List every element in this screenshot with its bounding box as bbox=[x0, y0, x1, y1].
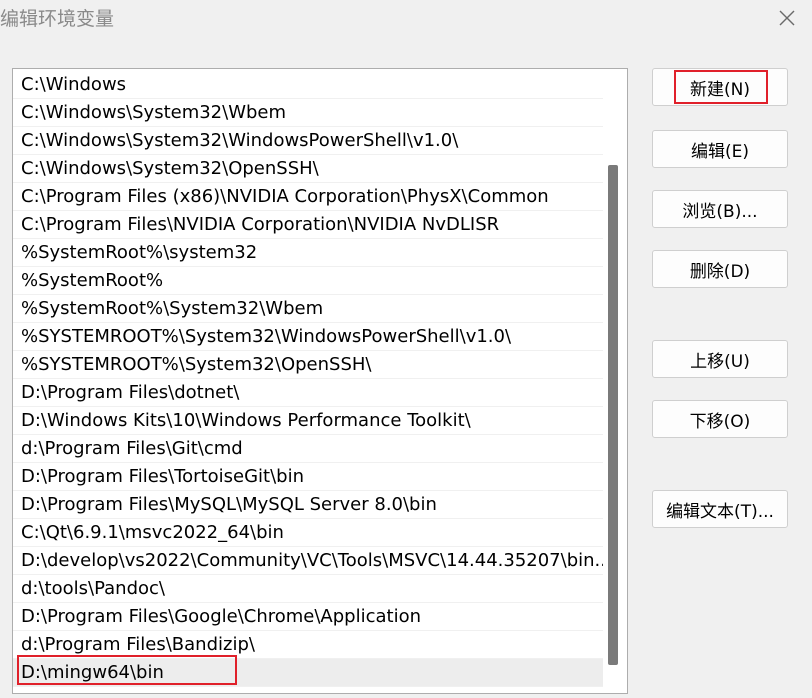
path-list-item-label: C:\Windows\System32\Wbem bbox=[21, 102, 287, 123]
browse-button[interactable]: 浏览(B)... bbox=[652, 190, 788, 228]
path-list-item[interactable]: C:\Windows bbox=[13, 71, 603, 99]
browse-button-label: 浏览(B)... bbox=[682, 201, 758, 222]
edit-button[interactable]: 编辑(E) bbox=[652, 130, 788, 168]
new-button[interactable]: 新建(N) bbox=[652, 68, 788, 106]
path-list-item[interactable]: D:\develop\vs2022\Community\VC\Tools\MSV… bbox=[13, 547, 603, 575]
path-list-item[interactable]: C:\Windows\System32\WindowsPowerShell\v1… bbox=[13, 127, 603, 155]
path-list-items: C:\Windows C:\Windows\System32\Wbem C:\Win… bbox=[13, 71, 603, 687]
scroll-thumb[interactable] bbox=[608, 165, 618, 665]
path-list-item-label: %SystemRoot% bbox=[21, 270, 164, 291]
path-list-item-label: D:\Program Files\MySQL\MySQL Server 8.0\… bbox=[21, 494, 437, 515]
path-list-item[interactable]: d:\Program Files\Bandizip\ bbox=[13, 631, 603, 659]
edit-text-button-label: 编辑文本(T)... bbox=[666, 501, 774, 522]
path-list[interactable]: C:\Windows C:\Windows\System32\Wbem C:\Win… bbox=[12, 68, 628, 694]
path-list-item[interactable]: C:\Windows\System32\OpenSSH\ bbox=[13, 155, 603, 183]
path-list-item[interactable]: %SYSTEMROOT%\System32\OpenSSH\ bbox=[13, 351, 603, 379]
move-up-button[interactable]: 上移(U) bbox=[652, 340, 788, 378]
close-button[interactable] bbox=[762, 0, 812, 36]
delete-button[interactable]: 删除(D) bbox=[652, 250, 788, 288]
move-down-button[interactable]: 下移(O) bbox=[652, 400, 788, 438]
edit-button-label: 编辑(E) bbox=[690, 141, 749, 162]
delete-button-label: 删除(D) bbox=[689, 261, 751, 282]
window-title: 编辑环境变量 bbox=[0, 8, 115, 30]
edit-text-button[interactable]: 编辑文本(T)... bbox=[652, 490, 788, 528]
move-down-button-label: 下移(O) bbox=[689, 411, 751, 432]
path-list-item[interactable]: %SystemRoot%\system32 bbox=[13, 239, 603, 267]
path-list-item[interactable]: d:\Program Files\Git\cmd bbox=[13, 435, 603, 463]
path-list-item-label: %SYSTEMROOT%\System32\OpenSSH\ bbox=[21, 354, 372, 375]
title-bar: 编辑环境变量 bbox=[0, 0, 812, 40]
path-list-item-label: D:\Windows Kits\10\Windows Performance T… bbox=[21, 410, 471, 431]
path-list-item[interactable]: C:\Program Files\NVIDIA Corporation\NVID… bbox=[13, 211, 603, 239]
path-list-item-label: %SystemRoot%\system32 bbox=[21, 242, 258, 263]
scrollbar[interactable] bbox=[607, 71, 619, 687]
path-list-item[interactable]: D:\Windows Kits\10\Windows Performance T… bbox=[13, 407, 603, 435]
path-list-item[interactable]: D:\Program Files\dotnet\ bbox=[13, 379, 603, 407]
path-list-item[interactable]: C:\Program Files (x86)\NVIDIA Corporatio… bbox=[13, 183, 603, 211]
path-list-item-label: D:\Program Files\dotnet\ bbox=[21, 382, 240, 403]
path-list-item[interactable]: d:\tools\Pandoc\ bbox=[13, 575, 603, 603]
path-list-item[interactable]: D:\Program Files\MySQL\MySQL Server 8.0\… bbox=[13, 491, 603, 519]
path-list-item-label: D:\mingw64\bin bbox=[21, 662, 164, 683]
path-list-item[interactable]: C:\Windows\System32\Wbem bbox=[13, 99, 603, 127]
move-up-button-label: 上移(U) bbox=[690, 351, 750, 372]
path-list-item-label: C:\Windows bbox=[21, 74, 127, 95]
path-list-item-label: D:\Program Files\Google\Chrome\Applicati… bbox=[21, 606, 421, 627]
close-icon bbox=[779, 10, 795, 26]
path-list-item-label: d:\Program Files\Bandizip\ bbox=[21, 634, 255, 655]
path-list-item-label: %SystemRoot%\System32\Wbem bbox=[21, 298, 324, 319]
path-list-item[interactable]: D:\Program Files\TortoiseGit\bin bbox=[13, 463, 603, 491]
path-list-item-label: %SYSTEMROOT%\System32\WindowsPowerShell\… bbox=[21, 326, 512, 347]
path-list-item[interactable]: D:\Program Files\Google\Chrome\Applicati… bbox=[13, 603, 603, 631]
path-list-item[interactable]: D:\mingw64\bin bbox=[13, 659, 603, 687]
path-list-item-label: D:\develop\vs2022\Community\VC\Tools\MSV… bbox=[21, 550, 603, 571]
path-list-item[interactable]: C:\Qt\6.9.1\msvc2022_64\bin bbox=[13, 519, 603, 547]
path-list-item[interactable]: %SYSTEMROOT%\System32\WindowsPowerShell\… bbox=[13, 323, 603, 351]
path-list-item[interactable]: %SystemRoot%\System32\Wbem bbox=[13, 295, 603, 323]
path-list-item-label: C:\Program Files\NVIDIA Corporation\NVID… bbox=[21, 214, 500, 235]
path-list-item-label: C:\Windows\System32\WindowsPowerShell\v1… bbox=[21, 130, 459, 151]
path-list-item[interactable]: %SystemRoot% bbox=[13, 267, 603, 295]
path-list-item-label: d:\Program Files\Git\cmd bbox=[21, 438, 243, 459]
path-list-item-label: C:\Windows\System32\OpenSSH\ bbox=[21, 158, 319, 179]
path-list-item-label: C:\Qt\6.9.1\msvc2022_64\bin bbox=[21, 522, 284, 543]
path-list-item-label: d:\tools\Pandoc\ bbox=[21, 578, 165, 599]
path-list-item-label: D:\Program Files\TortoiseGit\bin bbox=[21, 466, 304, 487]
new-button-label: 新建(N) bbox=[690, 79, 750, 100]
path-list-item-label: C:\Program Files (x86)\NVIDIA Corporatio… bbox=[21, 186, 549, 207]
